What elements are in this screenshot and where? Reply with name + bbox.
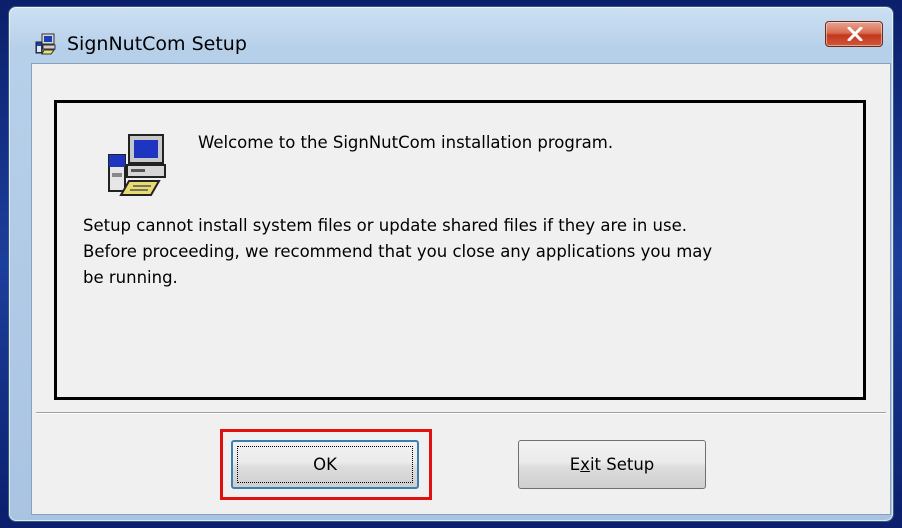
ok-button-label: OK bbox=[313, 455, 337, 474]
warning-line: be running. bbox=[83, 268, 178, 287]
window-title: SignNutCom Setup bbox=[67, 33, 247, 55]
dialog-client-area: Welcome to the SignNutCom installation p… bbox=[31, 63, 891, 515]
message-panel: Welcome to the SignNutCom installation p… bbox=[54, 100, 866, 400]
warning-line: Setup cannot install system files or upd… bbox=[83, 216, 687, 235]
close-button[interactable] bbox=[825, 21, 883, 47]
setup-dialog: SignNutCom Setup Welcome to the SignNutC… bbox=[8, 6, 894, 522]
close-icon bbox=[847, 27, 863, 41]
exit-button-label: Exit Setup bbox=[569, 455, 655, 474]
ok-button[interactable]: OK bbox=[231, 440, 419, 489]
setup-computer-icon bbox=[35, 33, 57, 55]
exit-setup-button[interactable]: Exit Setup bbox=[518, 440, 706, 489]
title-bar[interactable]: SignNutCom Setup bbox=[9, 7, 893, 55]
warning-line: Before proceeding, we recommend that you… bbox=[83, 242, 713, 261]
welcome-message: Welcome to the SignNutCom installation p… bbox=[198, 133, 614, 152]
warning-message: Setup cannot install system files or upd… bbox=[83, 213, 853, 291]
setup-computer-icon bbox=[107, 131, 169, 199]
separator-line bbox=[36, 412, 886, 414]
